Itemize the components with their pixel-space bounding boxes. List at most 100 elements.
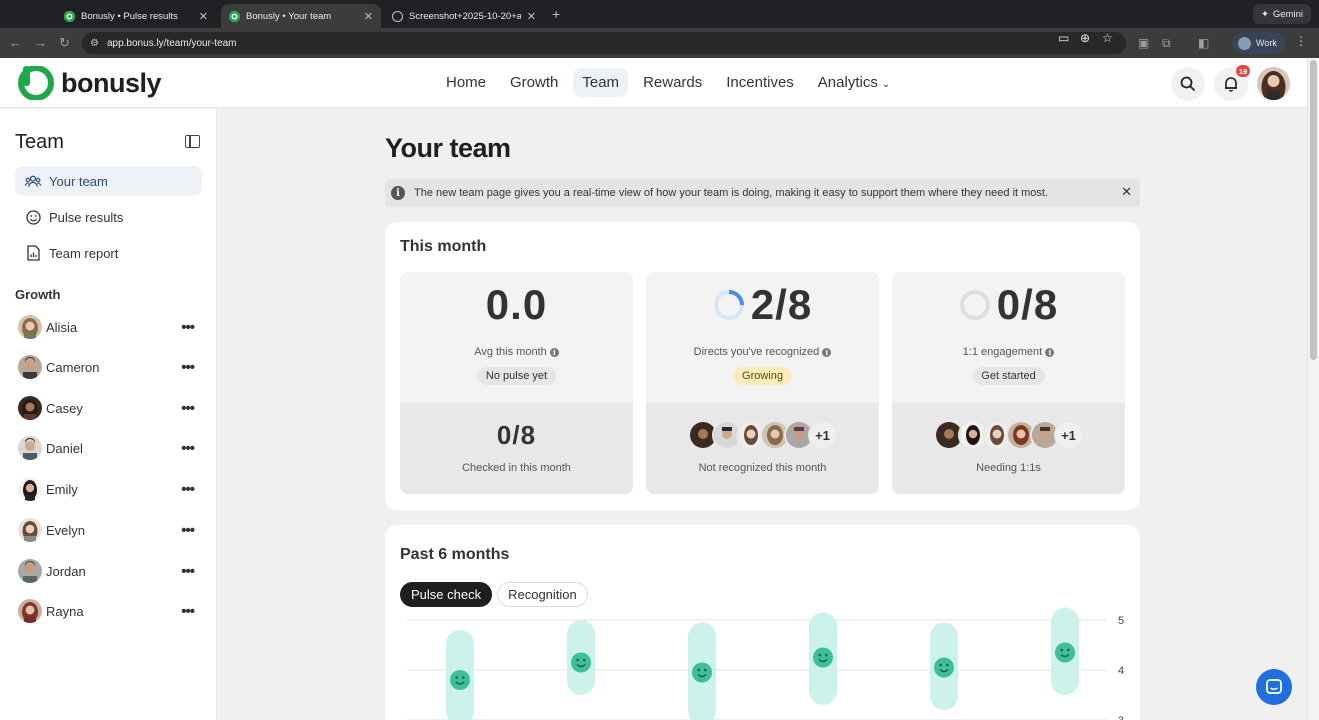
- forward-icon[interactable]: →: [34, 35, 47, 50]
- nav-team[interactable]: Team: [573, 68, 629, 97]
- close-icon[interactable]: ✕: [527, 10, 536, 23]
- info-icon[interactable]: i: [1045, 348, 1055, 357]
- smiley-eye: [697, 668, 700, 672]
- pulse-point: [1055, 642, 1075, 663]
- close-icon[interactable]: ✕: [1121, 184, 1132, 200]
- member-name: Cameron: [46, 359, 100, 375]
- avatar-stack[interactable]: +1: [687, 420, 838, 450]
- tab-title: Bonusly • Pulse results: [81, 10, 178, 22]
- needing-1on1-label: Needing 1:1s: [976, 462, 1041, 474]
- user-avatar-image: [1257, 67, 1290, 100]
- chat-icon: [1266, 679, 1282, 694]
- tab-pulse-check[interactable]: Pulse check: [400, 582, 493, 607]
- member-name: Emily: [46, 481, 78, 497]
- more-options-icon[interactable]: •••: [181, 359, 195, 376]
- this-month-card: This month 0.0 Avg this month i No pulse…: [385, 222, 1140, 510]
- nav-incentives[interactable]: Incentives: [717, 68, 803, 97]
- nav-analytics-label: Analytics: [817, 74, 878, 91]
- engagement-card[interactable]: 0/8 1:1 engagement i Get started +1 Need…: [892, 272, 1125, 494]
- nav-rewards[interactable]: Rewards: [634, 68, 711, 97]
- sidebar-item-team-report[interactable]: Team report: [15, 238, 202, 268]
- info-icon: i: [391, 186, 405, 200]
- sparkle-icon: ✦: [1260, 8, 1269, 20]
- info-icon[interactable]: i: [549, 348, 559, 357]
- avatar-stack[interactable]: +1: [933, 420, 1084, 450]
- scrollbar-thumb[interactable]: [1310, 60, 1317, 360]
- past-months-title: Past 6 months: [400, 546, 510, 563]
- nav-analytics[interactable]: Analytics ⌄: [809, 68, 899, 97]
- browser-menu-icon[interactable]: ⋮: [1295, 34, 1307, 48]
- pulse-check-chart: 5 4 3: [407, 607, 1124, 720]
- site-settings-icon[interactable]: ⚙: [90, 38, 99, 49]
- recognized-card[interactable]: 2/8 Directs you've recognized i Growing …: [646, 272, 879, 494]
- more-options-icon[interactable]: •••: [181, 400, 195, 417]
- more-options-icon[interactable]: •••: [181, 319, 195, 336]
- browser-tab-your-team[interactable]: Bonusly • Your team ✕: [221, 4, 381, 28]
- sidebar-section-growth: Growth: [15, 287, 61, 302]
- avg-pulse-card[interactable]: 0.0 Avg this month i No pulse yet 0/8 Ch…: [400, 272, 633, 494]
- page-title: Your team: [385, 133, 511, 163]
- smiley-eye: [704, 668, 707, 672]
- new-tab-button[interactable]: +: [552, 6, 560, 22]
- sidebar-item-your-team[interactable]: Your team: [15, 166, 202, 196]
- avatar: [18, 477, 42, 501]
- tab-recognition[interactable]: Recognition: [497, 582, 588, 607]
- cast-icon[interactable]: ▭: [1058, 31, 1069, 45]
- zoom-icon[interactable]: ⊕: [1080, 31, 1090, 45]
- smiley-eye: [825, 653, 828, 657]
- nav-growth[interactable]: Growth: [501, 68, 567, 97]
- user-avatar[interactable]: [1257, 67, 1290, 100]
- close-icon[interactable]: ✕: [364, 10, 373, 23]
- back-icon[interactable]: ←: [9, 35, 22, 50]
- puzzle-icon[interactable]: ⧉: [1162, 36, 1171, 51]
- info-icon[interactable]: i: [822, 348, 832, 357]
- sidepanel-icon[interactable]: ◧: [1198, 36, 1209, 50]
- member-row-alisia[interactable]: Alisia •••: [18, 314, 195, 340]
- chat-button[interactable]: [1256, 669, 1292, 705]
- close-icon[interactable]: ✕: [199, 10, 208, 23]
- recognized-number: 2/8: [750, 281, 813, 328]
- bonusly-logo-icon: [18, 66, 54, 100]
- member-row-evelyn[interactable]: Evelyn •••: [18, 517, 195, 543]
- smiley-eye: [462, 676, 465, 679]
- member-row-cameron[interactable]: Cameron •••: [18, 354, 195, 380]
- profile-label: Work: [1256, 38, 1277, 48]
- sidebar-item-label: Pulse results: [49, 209, 124, 225]
- address-bar[interactable]: ⚙ app.bonus.ly/team/your-team: [82, 32, 1126, 54]
- browser-tab-screenshot[interactable]: Screenshot+2025-10-20+at+ ✕: [384, 4, 544, 28]
- bookmark-star-icon[interactable]: ☆: [1102, 31, 1113, 45]
- browser-tab-pulse-results[interactable]: Bonusly • Pulse results ✕: [56, 4, 216, 28]
- sidebar-item-pulse-results[interactable]: Pulse results: [15, 202, 202, 232]
- member-row-casey[interactable]: Casey •••: [18, 395, 195, 421]
- more-options-icon[interactable]: •••: [181, 563, 195, 580]
- nav-home[interactable]: Home: [437, 68, 495, 97]
- engagement-label-text: 1:1 engagement: [962, 346, 1043, 358]
- banner-text: The new team page gives you a real-time …: [414, 187, 1049, 199]
- status-badge: No pulse yet: [476, 367, 557, 385]
- gemini-button[interactable]: ✦ Gemini: [1252, 4, 1311, 24]
- member-row-jordan[interactable]: Jordan •••: [18, 558, 195, 584]
- member-row-emily[interactable]: Emily •••: [18, 476, 195, 502]
- member-row-rayna[interactable]: Rayna •••: [18, 598, 195, 624]
- y-tick-label: 4: [1118, 665, 1124, 677]
- extension-icon[interactable]: ▣: [1138, 36, 1149, 50]
- pulse-point: [571, 652, 591, 673]
- bell-icon: [1225, 77, 1237, 92]
- member-row-daniel[interactable]: Daniel •••: [18, 435, 195, 461]
- more-options-icon[interactable]: •••: [181, 440, 195, 457]
- globe-icon: [392, 10, 403, 22]
- more-options-icon[interactable]: •••: [181, 481, 195, 498]
- member-name: Daniel: [46, 440, 83, 456]
- sidebar-collapse-icon[interactable]: [185, 135, 200, 148]
- reload-icon[interactable]: ↻: [59, 35, 70, 51]
- bonusly-icon: [229, 10, 240, 22]
- profile-button[interactable]: Work: [1232, 32, 1285, 54]
- bonusly-logo[interactable]: bonusly: [17, 66, 162, 100]
- more-options-icon[interactable]: •••: [181, 522, 195, 539]
- recognized-label: Directs you've recognized i: [646, 346, 879, 358]
- smiley-icon: [25, 209, 41, 225]
- avatar: [18, 559, 42, 583]
- search-button[interactable]: [1171, 67, 1205, 101]
- avg-pulse-top: 0.0 Avg this month i No pulse yet: [400, 272, 633, 403]
- more-options-icon[interactable]: •••: [181, 603, 195, 620]
